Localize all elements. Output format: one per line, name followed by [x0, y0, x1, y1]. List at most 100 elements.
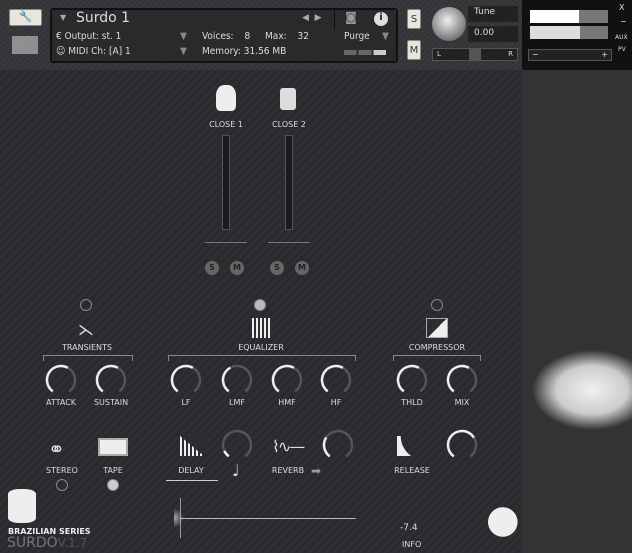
wrench-icon: 🔧 [18, 10, 33, 23]
mute-button[interactable]: M [407, 40, 421, 60]
equalizer-power[interactable] [254, 299, 266, 311]
stereo-toggle[interactable] [56, 479, 68, 491]
instrument-name[interactable]: Surdo 1 [76, 10, 130, 26]
close-button[interactable]: X [619, 3, 624, 12]
level-readout: -7.4 [400, 523, 418, 533]
transients-icon: ⋋ [78, 320, 94, 339]
aux-button[interactable]: AUX [615, 34, 628, 41]
mic-label-close2: CLOSE 2 [272, 120, 306, 129]
tape-toggle[interactable] [107, 479, 119, 491]
equalizer-bracket [168, 355, 356, 361]
note-icon[interactable]: ♩ [232, 461, 240, 480]
compressor-label: COMPRESSOR [408, 343, 466, 352]
knob-lf[interactable] [169, 363, 203, 397]
transients-label: TRANSIENTS [61, 343, 113, 352]
midi-dropdown-icon[interactable]: ▼ [180, 46, 187, 57]
output-select[interactable]: st. 1 [102, 31, 122, 42]
knob-label: SUSTAIN [93, 398, 129, 407]
midi-icon: ☺ [56, 46, 69, 57]
pan-left-label: L [437, 50, 441, 58]
delay-icon [180, 436, 204, 456]
tune-value[interactable]: 0.00 [468, 26, 518, 42]
pan-right-label: R [508, 50, 513, 58]
transients-power[interactable] [80, 299, 92, 311]
reverb-knob[interactable] [321, 428, 355, 462]
pv-button[interactable]: PV [618, 46, 626, 53]
tape-icon [98, 438, 128, 456]
fader-close2[interactable] [285, 135, 293, 230]
voices-label: Voices: [202, 31, 234, 42]
midi-channel-select[interactable]: [A] 1 [109, 46, 131, 57]
release-knob[interactable] [445, 428, 479, 462]
knob-hmf[interactable] [270, 363, 304, 397]
minimize-button[interactable]: − [620, 17, 627, 26]
delay-knob[interactable] [220, 428, 254, 462]
knob-mix[interactable] [445, 363, 479, 397]
knob-attack[interactable] [44, 363, 78, 397]
volume-minus[interactable]: − [532, 50, 539, 59]
prev-next-arrows[interactable]: ◀ ▶ [302, 13, 322, 23]
volume-plus[interactable]: + [601, 50, 608, 59]
surdo-drum-icon [8, 489, 36, 523]
knob-thld[interactable] [395, 363, 429, 397]
wrench-settings-button[interactable]: 🔧 [9, 9, 42, 26]
output-icon: € [56, 31, 65, 42]
purge-dropdown-icon[interactable]: ▼ [382, 31, 389, 42]
pan-line-close1[interactable] [205, 242, 247, 243]
output-label: Output: [64, 31, 99, 42]
mic-icon [216, 85, 236, 111]
library-logo [12, 36, 38, 54]
knob-label: MIX [454, 398, 470, 407]
level-meter-left [530, 10, 608, 23]
pan-slider[interactable]: LR [432, 48, 518, 61]
equalizer-label: EQUALIZER [238, 343, 284, 352]
delay-underline [166, 480, 218, 481]
level-meter-right [530, 26, 608, 39]
solo-button[interactable]: S [407, 9, 421, 29]
solo-close1[interactable]: S [205, 261, 219, 275]
reverb-tab[interactable]: REVERB [258, 466, 318, 475]
version-label: V.1.7 [57, 536, 88, 550]
brand-logo [474, 502, 522, 552]
mic-icon [280, 88, 296, 110]
delay-tab[interactable]: DELAY [161, 466, 221, 475]
reverb-icon: ⌇∿— [272, 437, 305, 456]
max-voices-value[interactable]: 32 [298, 31, 309, 42]
tape-label: TAPE [103, 466, 123, 475]
pan-handle[interactable] [469, 49, 481, 60]
camera-icon[interactable]: ◙ [334, 10, 367, 30]
transients-bracket [43, 355, 133, 361]
mute-close2[interactable]: M [295, 261, 309, 275]
midi-label: MIDI Ch: [68, 46, 107, 57]
drum-photo [522, 70, 632, 553]
knob-lmf[interactable] [220, 363, 254, 397]
max-label: Max: [265, 31, 287, 42]
knob-sustain[interactable] [94, 363, 128, 397]
purge-button[interactable]: Purge [344, 31, 370, 42]
tune-knob[interactable] [432, 7, 466, 41]
info-icon[interactable]: i [374, 12, 388, 26]
compressor-power[interactable] [431, 299, 443, 311]
instrument-panel [0, 70, 522, 553]
release-label: RELEASE [394, 466, 430, 475]
tune-label: Tune [468, 6, 518, 22]
product-name: SURDO [7, 535, 58, 551]
release-icon [397, 436, 425, 456]
arrow-right-icon[interactable]: ➡ [311, 464, 321, 478]
voices-value: 8 [244, 31, 251, 42]
compressor-bracket [393, 355, 481, 361]
equalizer-icon [252, 318, 270, 338]
waveform-display [172, 498, 356, 538]
dropdown-arrow-icon[interactable]: ▼ [60, 13, 66, 22]
pan-line-close2[interactable] [268, 242, 310, 243]
solo-close2[interactable]: S [270, 261, 284, 275]
info-button[interactable]: INFO [402, 540, 421, 549]
volume-slider[interactable]: − + [528, 49, 612, 61]
mic-label-close1: CLOSE 1 [209, 120, 243, 129]
mute-close1[interactable]: M [230, 261, 244, 275]
fader-close1[interactable] [222, 135, 230, 230]
memory-value: 31.56 MB [243, 46, 287, 57]
output-dropdown-icon[interactable]: ▼ [180, 31, 187, 42]
instrument-header: ▼ Surdo 1 ◀ ▶ ◙ i € Output: st. 1 ▼ Voic… [50, 8, 398, 63]
knob-hf[interactable] [319, 363, 353, 397]
